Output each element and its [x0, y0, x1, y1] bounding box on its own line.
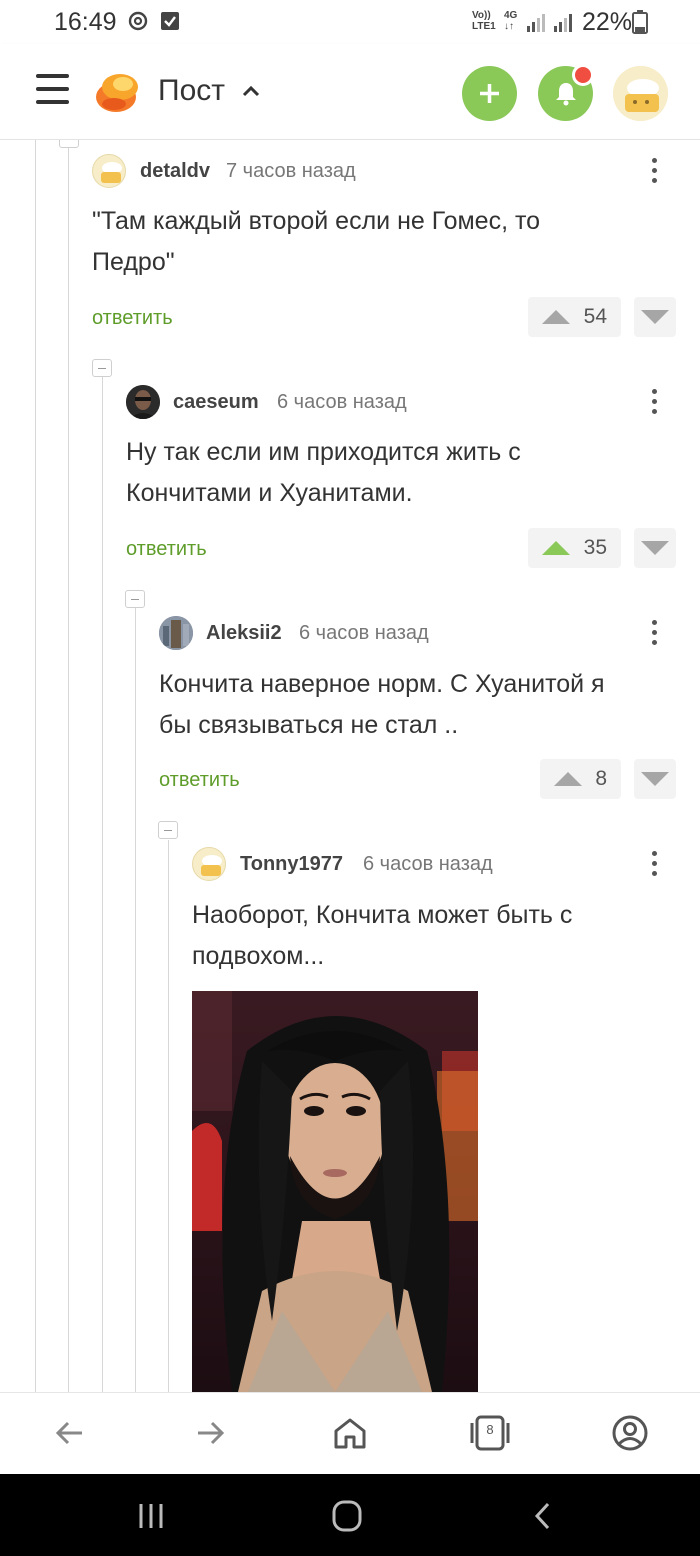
reply-link[interactable]: ответить [92, 307, 173, 330]
upvote-button[interactable]: 54 [528, 297, 621, 337]
check-icon [161, 12, 179, 30]
reply-link[interactable]: ответить [159, 769, 240, 792]
menu-icon[interactable] [36, 74, 70, 104]
comments-thread: detaldv 7 часов назад "Там каждый второй… [0, 140, 700, 1392]
comment-time[interactable]: 6 часов назад [363, 853, 493, 876]
avatar[interactable] [126, 385, 160, 419]
bell-icon [556, 83, 576, 106]
vote-count: 35 [583, 536, 607, 559]
network-gen: 4G ↓↑ [504, 10, 518, 32]
comment-text: "Там каждый второй если не Гомес, то Пед… [92, 207, 541, 276]
collapse-thread-button[interactable] [125, 590, 145, 608]
portrait-image [192, 991, 478, 1392]
arrow-down-icon [641, 541, 669, 555]
system-nav-bar [0, 1474, 700, 1556]
upvote-button[interactable]: 35 [528, 528, 621, 568]
comment-text: Кончита наверное норм. С Хуанитой я бы с… [159, 670, 605, 739]
app-header: Пост [0, 44, 700, 140]
downvote-button[interactable] [634, 759, 676, 799]
signal-1-icon [527, 14, 545, 32]
avatar-image [126, 385, 160, 419]
comment-time[interactable]: 6 часов назад [277, 391, 407, 414]
volte-label: Vo)) LTE1 [472, 10, 496, 32]
more-options-icon[interactable] [652, 620, 658, 648]
arrow-up-icon [542, 541, 570, 555]
plus-icon [480, 84, 499, 103]
add-post-button[interactable] [462, 66, 517, 121]
signal-2-icon [554, 14, 572, 32]
more-options-icon[interactable] [652, 389, 658, 417]
forward-arrow-icon[interactable] [190, 1413, 230, 1453]
thread-line [135, 608, 136, 1392]
arrow-up-icon [554, 772, 582, 786]
arrow-down-icon [641, 310, 669, 324]
battery-percent: 22% [582, 8, 633, 36]
pikabu-logo[interactable] [94, 68, 142, 116]
thread-line [35, 140, 36, 1392]
collapse-thread-button[interactable] [92, 359, 112, 377]
avatar[interactable] [159, 616, 193, 650]
back-arrow-icon[interactable] [50, 1413, 90, 1453]
comment-author[interactable]: Tonny1977 [240, 853, 343, 876]
vote-count: 8 [595, 767, 607, 790]
more-options-icon[interactable] [652, 158, 658, 186]
downvote-button[interactable] [634, 297, 676, 337]
comment-text: Ну так если им приходится жить с Кончита… [126, 438, 521, 507]
tab-count: 8 [486, 1422, 494, 1437]
upvote-button[interactable]: 8 [540, 759, 621, 799]
thread-line [102, 377, 103, 1392]
sync-icon [128, 11, 148, 31]
user-avatar[interactable] [613, 66, 668, 121]
page-title[interactable]: Пост [158, 74, 225, 108]
home-icon[interactable] [330, 1413, 370, 1453]
reply-link[interactable]: ответить [126, 538, 207, 561]
tabs-button[interactable]: 8 [470, 1413, 510, 1453]
back-icon[interactable] [523, 1500, 563, 1532]
comment-text: Наоборот, Кончита может быть с подвохом.… [192, 901, 573, 970]
home-circle-icon[interactable] [327, 1500, 367, 1532]
arrow-up-icon [542, 310, 570, 324]
comment-author[interactable]: caeseum [173, 391, 259, 414]
notification-badge [572, 64, 594, 86]
status-bar: 16:49 Vo)) LTE1 4G ↓↑ 22% [0, 0, 700, 44]
avatar-image [201, 855, 222, 876]
avatar[interactable] [92, 154, 126, 188]
recents-icon[interactable] [131, 1500, 171, 1532]
thread-line [168, 840, 169, 1392]
avatar-image [159, 616, 193, 650]
downvote-button[interactable] [634, 528, 676, 568]
arrow-down-icon [641, 772, 669, 786]
vote-count: 54 [583, 305, 607, 328]
browser-toolbar: 8 [0, 1392, 700, 1474]
avatar-image [101, 162, 122, 183]
comment-author[interactable]: Aleksii2 [206, 622, 282, 645]
comment-image[interactable] [192, 991, 478, 1392]
comment-author[interactable]: detaldv [140, 160, 210, 183]
collapse-thread-button[interactable] [59, 140, 79, 148]
comment-time[interactable]: 6 часов назад [299, 622, 429, 645]
battery-icon [632, 10, 648, 34]
comment-time[interactable]: 7 часов назад [226, 160, 356, 183]
more-options-icon[interactable] [652, 851, 658, 879]
account-icon[interactable] [610, 1413, 650, 1453]
chevron-up-icon[interactable] [240, 80, 262, 102]
thread-line [68, 140, 69, 1392]
status-time: 16:49 [54, 8, 117, 36]
avatar-image [613, 66, 668, 121]
avatar[interactable] [192, 847, 226, 881]
collapse-thread-button[interactable] [158, 821, 178, 839]
